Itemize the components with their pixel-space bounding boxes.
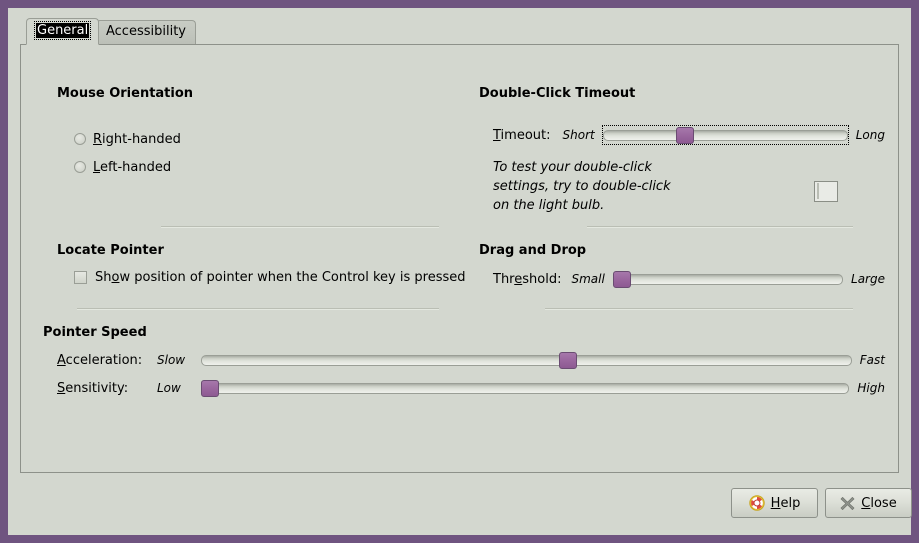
test-icon-screen xyxy=(817,183,819,199)
slider-row-timeout: Timeout: Short Long xyxy=(493,125,885,145)
test-icon-notch xyxy=(830,195,837,201)
tab-accessibility-label: Accessibility xyxy=(106,24,186,39)
slider-track xyxy=(201,355,852,366)
separator-left-lower xyxy=(77,308,439,310)
slider-row-sensitivity: Sensitivity: Low High xyxy=(57,378,885,398)
slider-min-label-timeout: Short xyxy=(562,128,595,142)
close-button-label: Close xyxy=(861,495,897,511)
radio-right-handed-label: Right-handed xyxy=(93,131,181,147)
slider-max-label-sensitivity: High xyxy=(857,381,885,395)
lifebuoy-icon xyxy=(748,495,765,511)
radio-icon xyxy=(74,133,86,145)
slider-track xyxy=(602,130,848,141)
slider-label-sensitivity: Sensitivity: xyxy=(57,380,129,396)
slider-max-label-acceleration: Fast xyxy=(859,353,885,367)
slider-row-threshold: Threshold: Small Large xyxy=(493,269,885,289)
slider-handle[interactable] xyxy=(612,271,631,288)
slider-handle[interactable] xyxy=(558,352,577,369)
help-button[interactable]: Help xyxy=(731,488,818,518)
close-button[interactable]: Close xyxy=(825,488,912,518)
slider-label-threshold: Threshold: xyxy=(493,271,562,287)
slider-sensitivity[interactable] xyxy=(201,379,850,397)
slider-min-label-sensitivity: Low xyxy=(157,381,181,395)
window-frame: General Accessibility Mouse Orientation … xyxy=(0,0,919,543)
slider-track xyxy=(201,383,850,394)
checkbox-show-pointer-position-label: Show position of pointer when the Contro… xyxy=(95,269,466,285)
slider-min-label-acceleration: Slow xyxy=(157,353,186,367)
dialog-footer: Help Close xyxy=(20,484,912,524)
help-button-label: Help xyxy=(770,495,801,511)
tab-panel-general: Mouse Orientation Right-handed Left-hand… xyxy=(20,44,899,473)
checkbox-icon xyxy=(74,270,87,284)
close-x-icon xyxy=(840,496,855,510)
slider-threshold[interactable] xyxy=(612,270,844,288)
section-title-locate-pointer: Locate Pointer xyxy=(57,243,164,258)
tab-general-label: General xyxy=(33,21,92,40)
window-body: General Accessibility Mouse Orientation … xyxy=(8,8,912,535)
separator-right-upper xyxy=(587,226,853,228)
separator-right-lower xyxy=(545,308,853,310)
slider-label-acceleration: Acceleration: xyxy=(57,352,143,368)
section-title-double-click-timeout: Double-Click Timeout xyxy=(479,86,636,101)
section-title-mouse-orientation: Mouse Orientation xyxy=(57,86,194,101)
tab-accessibility[interactable]: Accessibility xyxy=(96,20,196,44)
separator-left-upper xyxy=(161,226,439,228)
slider-track xyxy=(612,274,844,285)
tab-strip: General Accessibility xyxy=(20,18,899,45)
section-title-drag-and-drop: Drag and Drop xyxy=(479,243,587,258)
radio-left-handed[interactable]: Left-handed xyxy=(74,158,171,176)
tab-general[interactable]: General xyxy=(26,18,100,45)
notebook: General Accessibility Mouse Orientation … xyxy=(20,18,899,473)
slider-max-label-threshold: Large xyxy=(851,272,885,286)
slider-min-label-threshold: Small xyxy=(571,272,605,286)
radio-left-handed-label: Left-handed xyxy=(93,159,172,175)
slider-acceleration[interactable] xyxy=(201,351,852,369)
slider-handle[interactable] xyxy=(201,380,219,397)
slider-row-acceleration: Acceleration: Slow Fast xyxy=(57,350,885,370)
slider-handle[interactable] xyxy=(676,127,695,144)
section-title-pointer-speed: Pointer Speed xyxy=(43,325,147,340)
checkbox-show-pointer-position[interactable]: Show position of pointer when the Contro… xyxy=(74,268,466,286)
slider-max-label-timeout: Long xyxy=(855,128,885,142)
radio-right-handed[interactable]: Right-handed xyxy=(74,130,181,148)
radio-icon xyxy=(74,161,86,173)
light-bulb-test-icon[interactable] xyxy=(814,181,838,202)
slider-timeout[interactable] xyxy=(601,125,849,145)
double-click-hint-text: To test your double-click settings, try … xyxy=(493,160,671,213)
slider-label-timeout: Timeout: xyxy=(493,127,551,143)
